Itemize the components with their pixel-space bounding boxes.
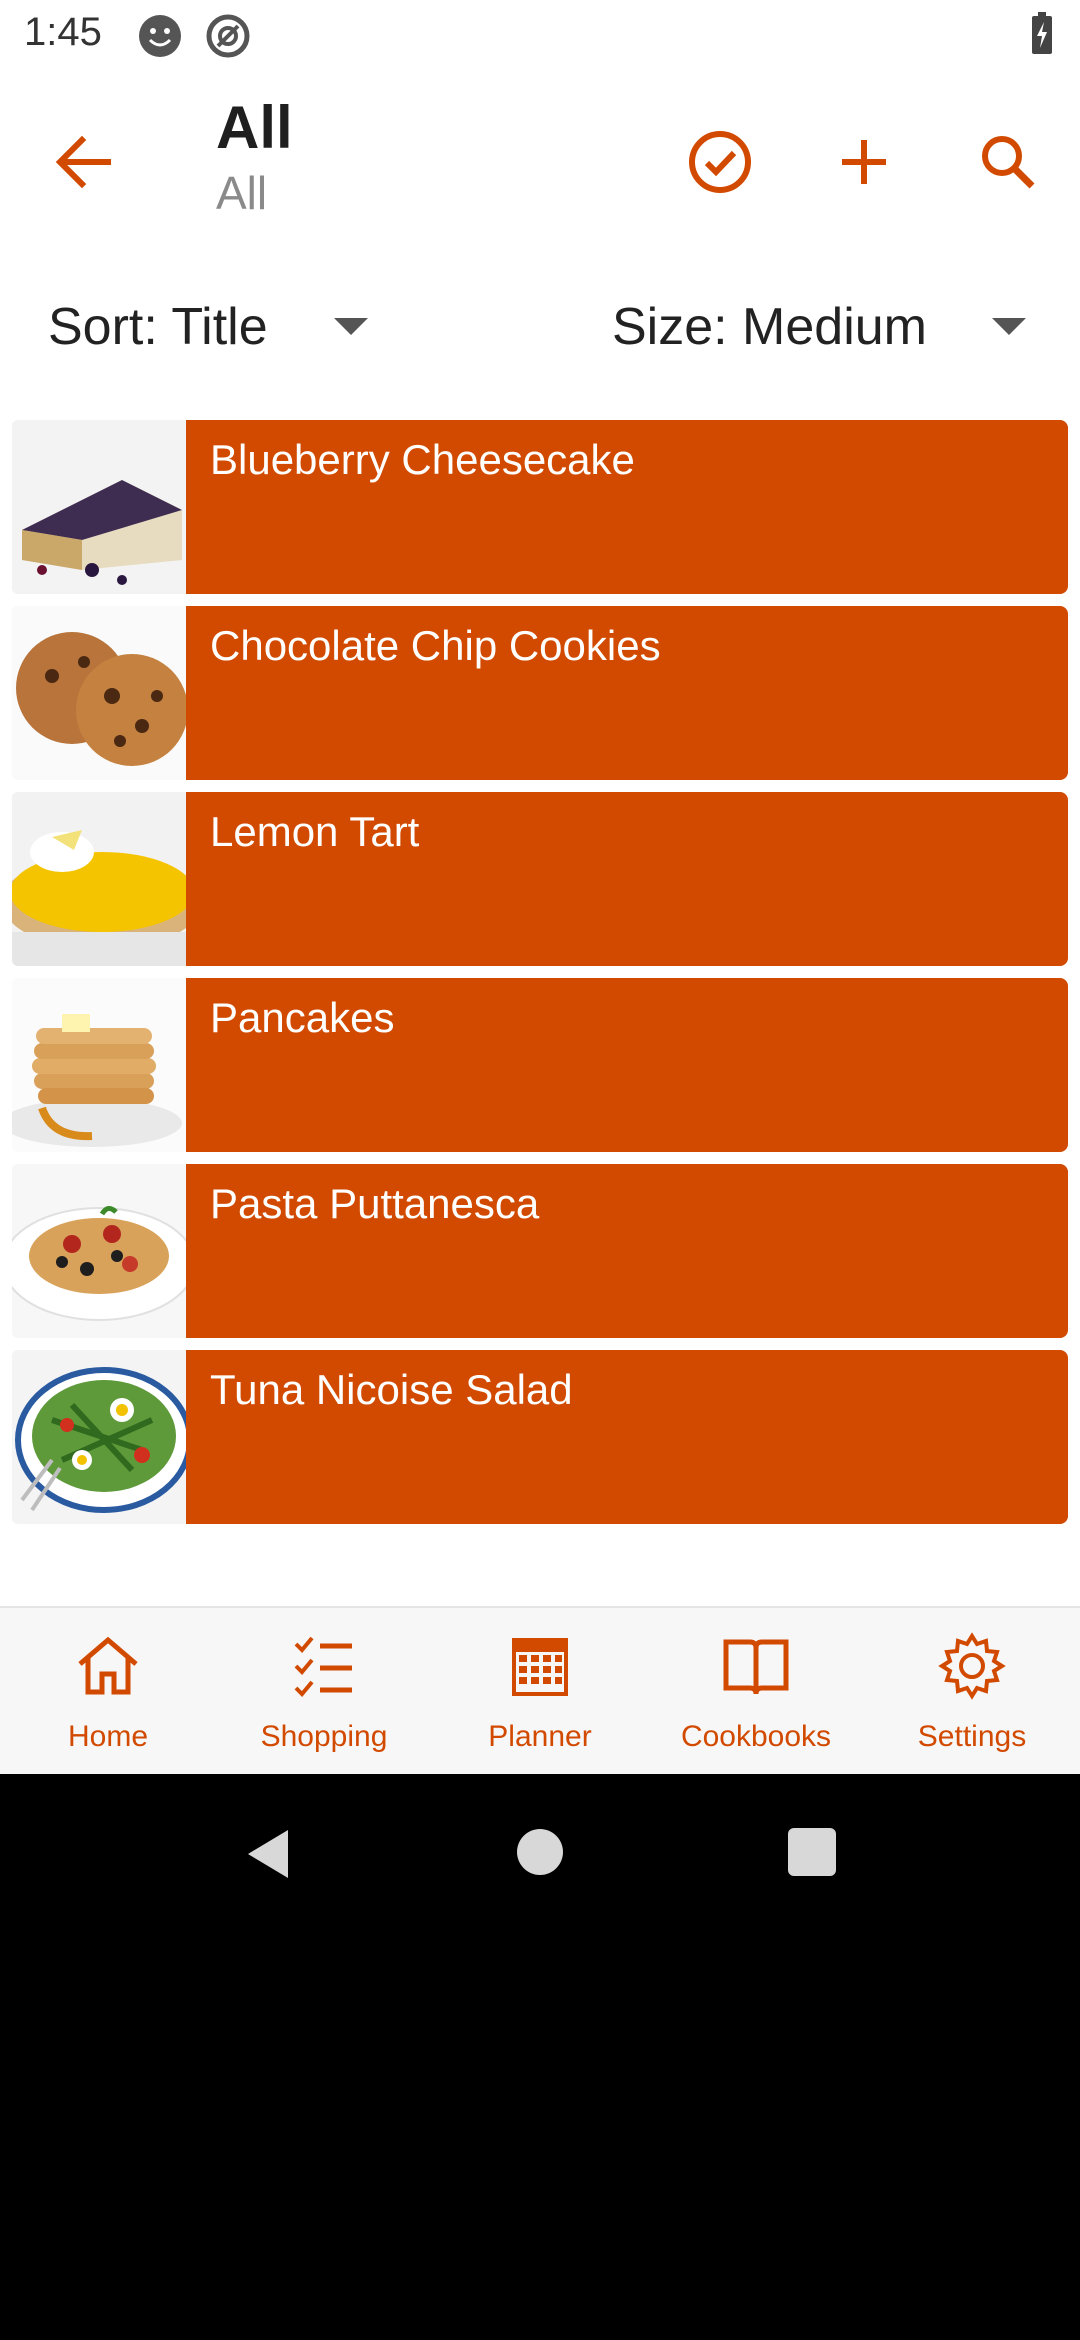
status-bar: 1:45 (0, 0, 1080, 72)
checklist-icon (294, 1636, 352, 1697)
nav-shopping[interactable]: Shopping (216, 1608, 432, 1776)
page-title: All (216, 94, 293, 161)
nav-home[interactable]: Home (0, 1608, 216, 1776)
back-arrow-icon (55, 135, 111, 189)
lemon-tart-image (12, 792, 186, 966)
recipe-title: Pasta Puttanesca (210, 1180, 540, 1227)
nav-label: Shopping (260, 1720, 388, 1753)
search-icon (982, 136, 1035, 189)
battery-charging-icon (1030, 12, 1054, 61)
home-icon (78, 1636, 138, 1695)
sort-dropdown[interactable]: Sort: Title (48, 282, 388, 372)
dropdown-arrow-icon (992, 318, 1026, 335)
add-button[interactable] (824, 122, 904, 202)
recipe-card[interactable]: Chocolate Chip Cookies (186, 606, 1068, 780)
pasta-image (12, 1164, 186, 1338)
recipe-card[interactable]: Lemon Tart (186, 792, 1068, 966)
bottom-nav: Home Shopping Planner Cookbooks Settings (0, 1606, 1080, 1776)
back-button[interactable] (44, 122, 124, 202)
system-nav-bar (0, 1774, 1080, 2340)
nav-label: Settings (917, 1720, 1027, 1753)
recipe-list: Blueberry Cheesecake Chocolate Chip Cook… (12, 420, 1068, 1536)
recipe-row[interactable]: Blueberry Cheesecake (12, 420, 1068, 594)
recipe-row[interactable]: Chocolate Chip Cookies (12, 606, 1068, 780)
recipe-card[interactable]: Pancakes (186, 978, 1068, 1152)
select-button[interactable] (680, 122, 760, 202)
system-back-icon[interactable] (240, 1824, 300, 1884)
recipe-row[interactable]: Tuna Nicoise Salad (12, 1350, 1068, 1524)
recipe-row[interactable]: Pancakes (12, 978, 1068, 1152)
pancakes-image (12, 978, 186, 1152)
title-group: All All (216, 92, 293, 222)
recipe-card[interactable]: Pasta Puttanesca (186, 1164, 1068, 1338)
search-button[interactable] (968, 122, 1048, 202)
nav-settings[interactable]: Settings (864, 1608, 1080, 1776)
recipe-title: Lemon Tart (210, 808, 420, 855)
size-label: Size: Medium (612, 298, 927, 356)
recipe-row[interactable]: Pasta Puttanesca (12, 1164, 1068, 1338)
sort-label: Sort: Title (48, 298, 268, 356)
recipe-row[interactable]: Lemon Tart (12, 792, 1068, 966)
recipe-card[interactable]: Tuna Nicoise Salad (186, 1350, 1068, 1524)
nav-label: Home (67, 1720, 149, 1753)
app-bar: All All (0, 72, 1080, 240)
at-circle-icon (204, 12, 252, 65)
add-icon (842, 140, 886, 184)
book-icon (723, 1639, 789, 1695)
recipe-title: Chocolate Chip Cookies (210, 622, 661, 669)
dropdown-arrow-icon (334, 318, 368, 335)
calendar-icon (512, 1638, 568, 1696)
nav-cookbooks[interactable]: Cookbooks (648, 1608, 864, 1776)
recipe-title: Blueberry Cheesecake (210, 436, 635, 483)
check-circle-icon (689, 131, 751, 193)
face-icon (136, 12, 184, 65)
recipe-card[interactable]: Blueberry Cheesecake (186, 420, 1068, 594)
nav-label: Cookbooks (680, 1720, 832, 1753)
recipe-title: Tuna Nicoise Salad (210, 1366, 573, 1413)
salad-image (12, 1350, 186, 1524)
page-subtitle: All (216, 167, 268, 219)
system-home-icon[interactable] (512, 1824, 568, 1880)
nav-planner[interactable]: Planner (432, 1608, 648, 1776)
nav-label: Planner (488, 1720, 592, 1753)
size-dropdown[interactable]: Size: Medium (612, 282, 1032, 372)
status-time: 1:45 (24, 10, 102, 54)
cheesecake-image (12, 420, 186, 594)
cookies-image (12, 606, 186, 780)
gear-icon (938, 1632, 1006, 1700)
sort-bar: Sort: Title Size: Medium (0, 282, 1080, 372)
system-recents-icon[interactable] (784, 1824, 840, 1880)
recipe-title: Pancakes (210, 994, 395, 1041)
